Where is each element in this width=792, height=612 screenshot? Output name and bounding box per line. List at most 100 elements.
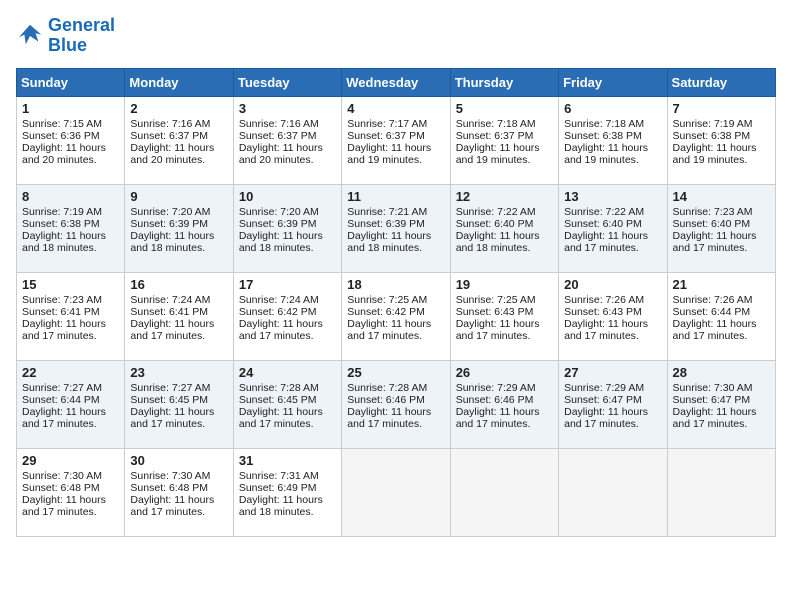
- day-info-line: Sunset: 6:38 PM: [22, 218, 119, 230]
- calendar-week-row: 8Sunrise: 7:19 AMSunset: 6:38 PMDaylight…: [17, 184, 776, 272]
- day-info-line: and 17 minutes.: [564, 330, 661, 342]
- calendar-cell: 29Sunrise: 7:30 AMSunset: 6:48 PMDayligh…: [17, 448, 125, 536]
- day-number: 17: [239, 277, 336, 292]
- day-info-line: Daylight: 11 hours: [239, 230, 336, 242]
- day-info-line: Sunset: 6:40 PM: [673, 218, 770, 230]
- calendar-cell: 22Sunrise: 7:27 AMSunset: 6:44 PMDayligh…: [17, 360, 125, 448]
- day-number: 18: [347, 277, 444, 292]
- day-info-line: Sunset: 6:47 PM: [564, 394, 661, 406]
- day-info-line: Sunset: 6:47 PM: [673, 394, 770, 406]
- day-info-line: and 17 minutes.: [564, 242, 661, 254]
- day-info-line: and 19 minutes.: [564, 154, 661, 166]
- day-info-line: Daylight: 11 hours: [130, 230, 227, 242]
- day-info-line: Sunset: 6:36 PM: [22, 130, 119, 142]
- day-info-line: Sunset: 6:41 PM: [130, 306, 227, 318]
- day-number: 11: [347, 189, 444, 204]
- day-info-line: and 17 minutes.: [347, 330, 444, 342]
- day-number: 20: [564, 277, 661, 292]
- day-number: 14: [673, 189, 770, 204]
- day-number: 6: [564, 101, 661, 116]
- logo-icon: [16, 22, 44, 50]
- calendar-week-row: 22Sunrise: 7:27 AMSunset: 6:44 PMDayligh…: [17, 360, 776, 448]
- day-info-line: and 20 minutes.: [239, 154, 336, 166]
- day-info-line: Daylight: 11 hours: [456, 230, 553, 242]
- day-info-line: Daylight: 11 hours: [673, 230, 770, 242]
- day-header-tuesday: Tuesday: [233, 68, 341, 96]
- calendar-cell: [342, 448, 450, 536]
- calendar-cell: 23Sunrise: 7:27 AMSunset: 6:45 PMDayligh…: [125, 360, 233, 448]
- day-info-line: Daylight: 11 hours: [456, 318, 553, 330]
- day-info-line: Sunrise: 7:30 AM: [22, 470, 119, 482]
- day-info-line: Sunrise: 7:19 AM: [22, 206, 119, 218]
- calendar-cell: 17Sunrise: 7:24 AMSunset: 6:42 PMDayligh…: [233, 272, 341, 360]
- calendar-cell: 25 Sunrise: 7:28 AMSunset: 6:46 PMDayligh…: [342, 360, 450, 448]
- page-header: General Blue: [16, 16, 776, 56]
- day-info-line: and 17 minutes.: [22, 506, 119, 518]
- day-number: 25: [347, 365, 444, 380]
- calendar-week-row: 15Sunrise: 7:23 AMSunset: 6:41 PMDayligh…: [17, 272, 776, 360]
- logo-text: General Blue: [48, 16, 115, 56]
- day-info-line: Sunrise: 7:30 AM: [673, 382, 770, 394]
- day-header-friday: Friday: [559, 68, 667, 96]
- calendar-cell: 3Sunrise: 7:16 AMSunset: 6:37 PMDaylight…: [233, 96, 341, 184]
- day-number: 19: [456, 277, 553, 292]
- day-info-line: Daylight: 11 hours: [564, 230, 661, 242]
- day-info-line: Sunset: 6:37 PM: [347, 130, 444, 142]
- day-info-line: Sunset: 6:40 PM: [564, 218, 661, 230]
- day-info-line: Sunset: 6:46 PM: [347, 394, 444, 406]
- day-info-line: and 17 minutes.: [673, 242, 770, 254]
- calendar-cell: 13 Sunrise: 7:22 AMSunset: 6:40 PMDayligh…: [559, 184, 667, 272]
- day-info-line: Sunset: 6:46 PM: [456, 394, 553, 406]
- day-info-line: Sunset: 6:42 PM: [347, 306, 444, 318]
- day-info-line: Sunset: 6:37 PM: [239, 130, 336, 142]
- calendar-cell: 16Sunrise: 7:24 AMSunset: 6:41 PMDayligh…: [125, 272, 233, 360]
- day-info-line: and 17 minutes.: [130, 506, 227, 518]
- day-info-line: Daylight: 11 hours: [564, 142, 661, 154]
- day-info-line: Daylight: 11 hours: [347, 406, 444, 418]
- day-info-line: Daylight: 11 hours: [564, 318, 661, 330]
- day-number: 5: [456, 101, 553, 116]
- day-info-line: Daylight: 11 hours: [22, 142, 119, 154]
- day-info-line: and 17 minutes.: [456, 418, 553, 430]
- day-number: 26: [456, 365, 553, 380]
- day-info-line: Sunrise: 7:28 AM: [347, 382, 444, 394]
- day-info-line: and 17 minutes.: [239, 330, 336, 342]
- day-info-line: Sunrise: 7:28 AM: [239, 382, 336, 394]
- day-info-line: and 18 minutes.: [22, 242, 119, 254]
- day-info-line: Daylight: 11 hours: [456, 142, 553, 154]
- day-info-line: and 17 minutes.: [347, 418, 444, 430]
- day-info-line: Sunrise: 7:26 AM: [564, 294, 661, 306]
- day-info-line: Sunrise: 7:25 AM: [456, 294, 553, 306]
- day-info-line: Sunset: 6:49 PM: [239, 482, 336, 494]
- calendar-cell: 26Sunrise: 7:29 AMSunset: 6:46 PMDayligh…: [450, 360, 558, 448]
- day-header-saturday: Saturday: [667, 68, 775, 96]
- day-info-line: Sunset: 6:44 PM: [22, 394, 119, 406]
- day-info-line: Sunset: 6:38 PM: [564, 130, 661, 142]
- day-number: 23: [130, 365, 227, 380]
- day-header-thursday: Thursday: [450, 68, 558, 96]
- day-info-line: Sunrise: 7:22 AM: [564, 206, 661, 218]
- day-info-line: Daylight: 11 hours: [130, 142, 227, 154]
- day-info-line: and 20 minutes.: [130, 154, 227, 166]
- day-info-line: Sunrise: 7:19 AM: [673, 118, 770, 130]
- day-number: 13: [564, 189, 661, 204]
- calendar-cell: 19 Sunrise: 7:25 AMSunset: 6:43 PMDayligh…: [450, 272, 558, 360]
- day-info-line: and 19 minutes.: [347, 154, 444, 166]
- day-number: 31: [239, 453, 336, 468]
- day-number: 7: [673, 101, 770, 116]
- day-info-line: and 19 minutes.: [456, 154, 553, 166]
- day-number: 22: [22, 365, 119, 380]
- day-info-line: Daylight: 11 hours: [130, 406, 227, 418]
- calendar-cell: 31Sunrise: 7:31 AMSunset: 6:49 PMDayligh…: [233, 448, 341, 536]
- day-info-line: and 20 minutes.: [22, 154, 119, 166]
- day-info-line: Daylight: 11 hours: [564, 406, 661, 418]
- day-info-line: and 17 minutes.: [130, 330, 227, 342]
- day-number: 4: [347, 101, 444, 116]
- calendar-cell: 12Sunrise: 7:22 AMSunset: 6:40 PMDayligh…: [450, 184, 558, 272]
- day-number: 12: [456, 189, 553, 204]
- day-number: 9: [130, 189, 227, 204]
- day-info-line: Daylight: 11 hours: [456, 406, 553, 418]
- calendar-cell: 9Sunrise: 7:20 AMSunset: 6:39 PMDaylight…: [125, 184, 233, 272]
- day-info-line: Daylight: 11 hours: [22, 318, 119, 330]
- day-info-line: Sunset: 6:43 PM: [456, 306, 553, 318]
